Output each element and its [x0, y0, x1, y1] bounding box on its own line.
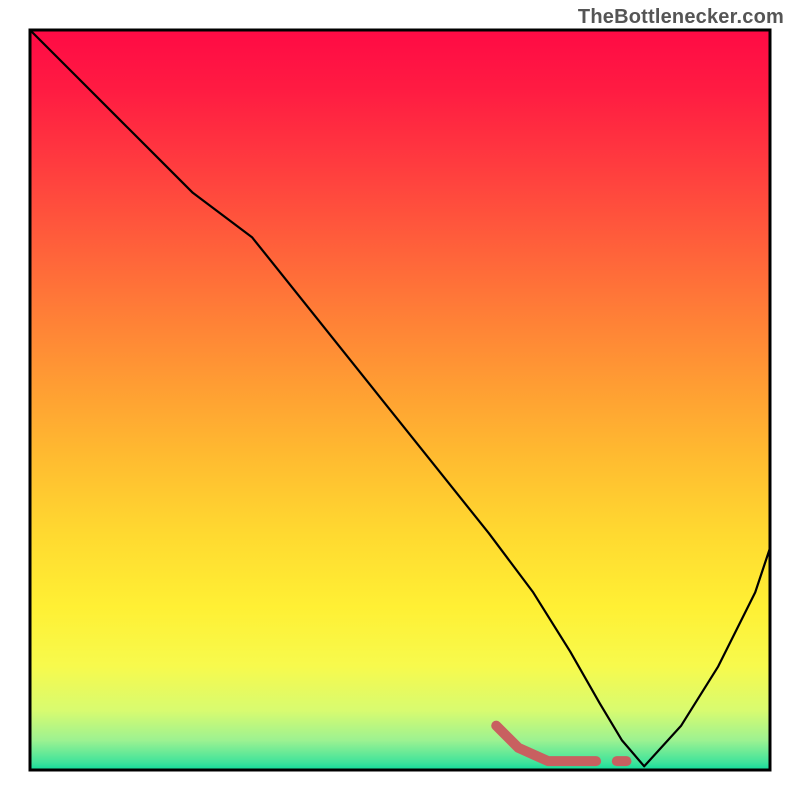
chart-stage: TheBottlenecker.com — [0, 0, 800, 800]
bottleneck-chart — [0, 0, 800, 800]
plot-area — [30, 30, 770, 770]
